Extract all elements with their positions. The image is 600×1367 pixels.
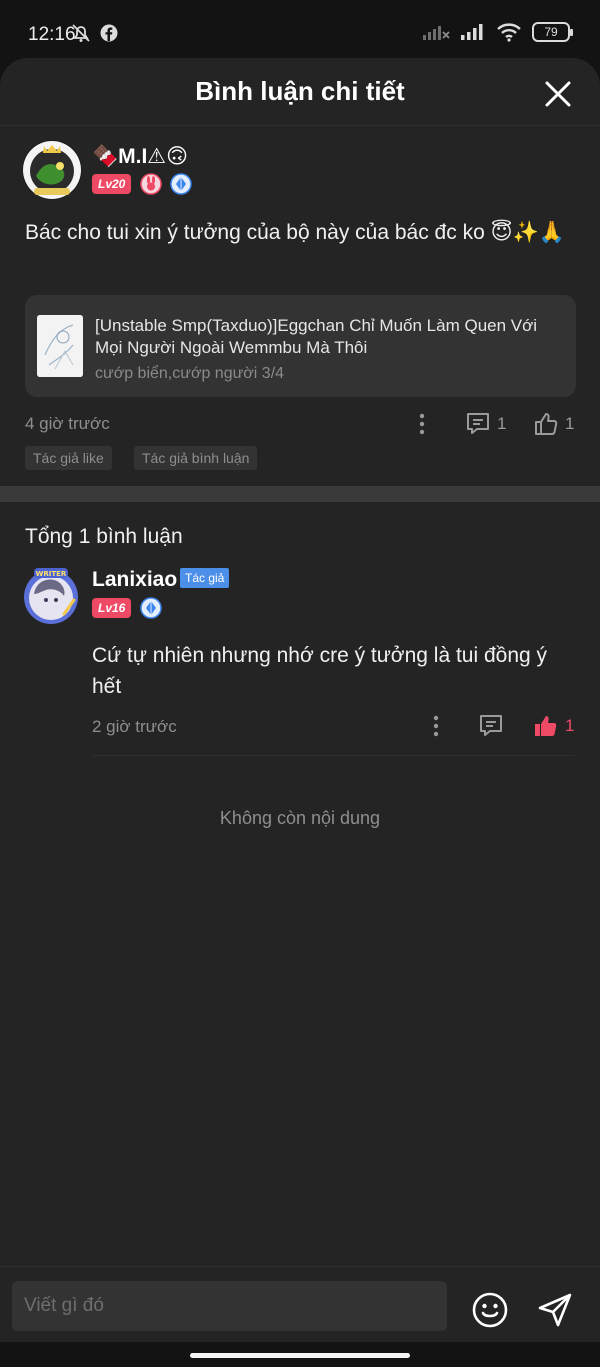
comment-count: 1 [497,414,507,433]
status-time: 12:16 [28,24,76,45]
more-options-icon[interactable] [417,412,427,436]
total-comments-label: Tổng 1 bình luận [25,525,183,548]
comment-input[interactable] [12,1281,447,1331]
avatar-image [23,141,81,199]
sheet-header: Bình luận chi tiết [0,58,600,126]
home-indicator[interactable] [190,1353,410,1358]
reply-avatar-image: WRITER [24,568,78,624]
facebook-icon [100,24,118,42]
emoji-icon[interactable] [471,1291,509,1329]
reply-text: Cứ tự nhiên nhưng nhớ cre ý tưởng là tui… [92,644,548,698]
reply-divider [92,755,575,756]
status-left-icons [70,22,118,44]
avatar[interactable] [22,140,82,200]
tag-author-like[interactable]: Tác giả like [25,446,112,470]
signal-icon [461,24,483,40]
book-title: [Unstable Smp(Taxduo)]Eggchan Chỉ Muốn L… [95,316,538,357]
reply-time: 2 giờ trước [92,717,177,736]
book-subtitle: cướp biển,cướp người 3/4 [95,365,285,382]
post-username[interactable]: 🍫M.I⚠🙃 [92,144,188,169]
diamond-badge-icon [170,173,192,195]
thumbs-up-filled-icon [535,716,557,736]
reply-more-options-icon[interactable] [431,714,441,738]
reply-diamond-badge-icon [140,597,162,619]
reply-like-count: 1 [565,716,575,735]
close-icon[interactable] [542,78,574,110]
book-card[interactable]: [Unstable Smp(Taxduo)]Eggchan Chỉ Muốn L… [25,295,576,397]
status-bar: 12:16 79 [0,0,600,64]
post-time: 4 giờ trước [25,414,110,433]
muted-bell-icon [72,24,90,42]
send-icon[interactable] [536,1291,574,1329]
comment-icon [467,413,489,434]
section-divider [0,486,600,502]
comment-detail-sheet: Bình luận chi tiết 🍫M.I⚠🙃 Lv20 Bác cho t… [0,58,600,1342]
reply-level-badge: Lv16 [92,598,132,618]
author-tag: Tác giả [180,568,230,588]
reply-avatar[interactable]: WRITER [20,564,82,626]
battery-indicator: 79 [532,22,573,42]
signal-off-icon [423,26,450,40]
comment-input-bar [0,1266,600,1342]
page-title: Bình luận chi tiết [195,76,405,106]
svg-text:WRITER: WRITER [36,570,67,578]
status-right-icons: 79 [422,22,573,42]
reply-username[interactable]: Lanixiao [92,568,177,592]
like-count: 1 [565,414,575,433]
end-of-content: Không còn nội dung [219,808,381,828]
tag-author-comment[interactable]: Tác giả bình luận [134,446,258,470]
post-text: Bác cho tui xin ý tưởng của bộ này của b… [25,221,565,244]
level-badge: Lv20 [92,174,132,194]
reply-like-button[interactable]: 1 [533,713,574,739]
book-cover [37,315,83,377]
reply-comment-icon[interactable] [478,713,504,739]
wifi-icon [497,23,521,42]
rabbit-badge-icon [140,173,162,195]
like-button[interactable]: 1 [533,411,574,437]
comment-button[interactable]: 1 [465,411,506,437]
thumbs-up-icon [535,413,558,435]
